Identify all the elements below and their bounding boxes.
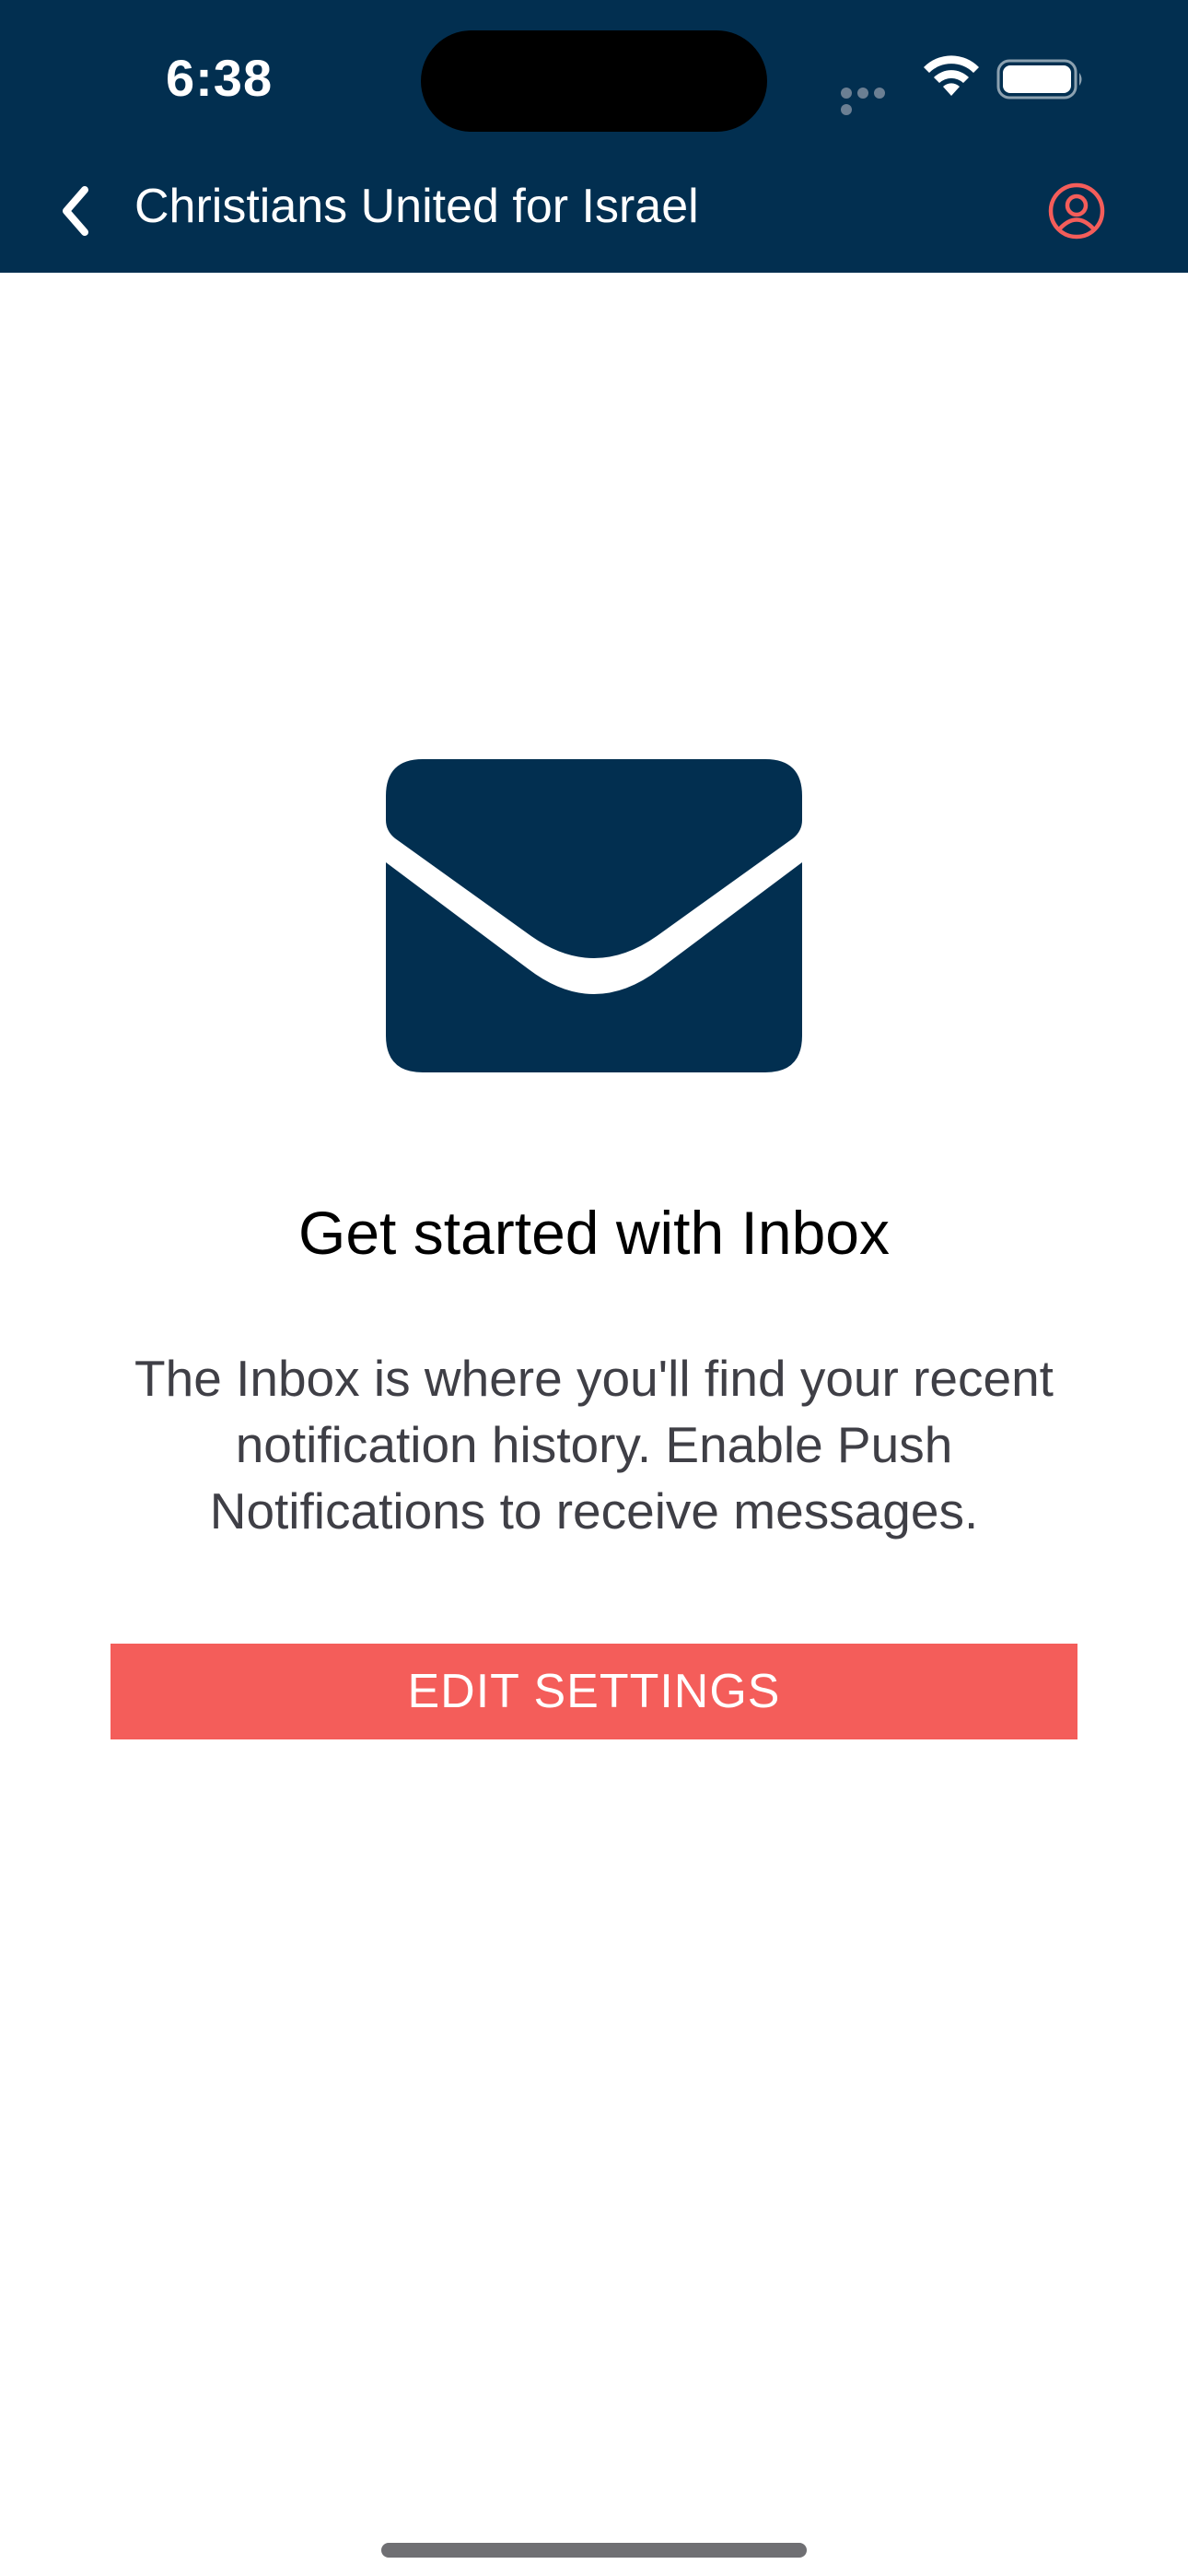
edit-settings-button[interactable]: EDIT SETTINGS	[111, 1644, 1077, 1739]
envelope-icon	[386, 759, 802, 1072]
chevron-left-icon	[63, 186, 88, 236]
wifi-icon	[924, 55, 979, 96]
account-button[interactable]	[1046, 181, 1107, 241]
home-indicator[interactable]	[381, 2543, 807, 2558]
signal-dots-icon	[841, 87, 905, 115]
status-time: 6:38	[166, 49, 274, 107]
inbox-screen: 6:38 Christians United for Israel Get st…	[0, 0, 1188, 2576]
dynamic-island	[421, 30, 767, 132]
battery-full-icon	[996, 59, 1082, 100]
page-title: Christians United for Israel	[134, 180, 699, 233]
back-button[interactable]	[53, 181, 99, 241]
empty-state-message: The Inbox is where you'll find your rece…	[134, 1350, 1054, 1540]
header: 6:38 Christians United for Israel	[0, 0, 1188, 273]
empty-state-title: Get started with Inbox	[298, 1199, 890, 1267]
user-circle-icon	[1048, 182, 1105, 240]
